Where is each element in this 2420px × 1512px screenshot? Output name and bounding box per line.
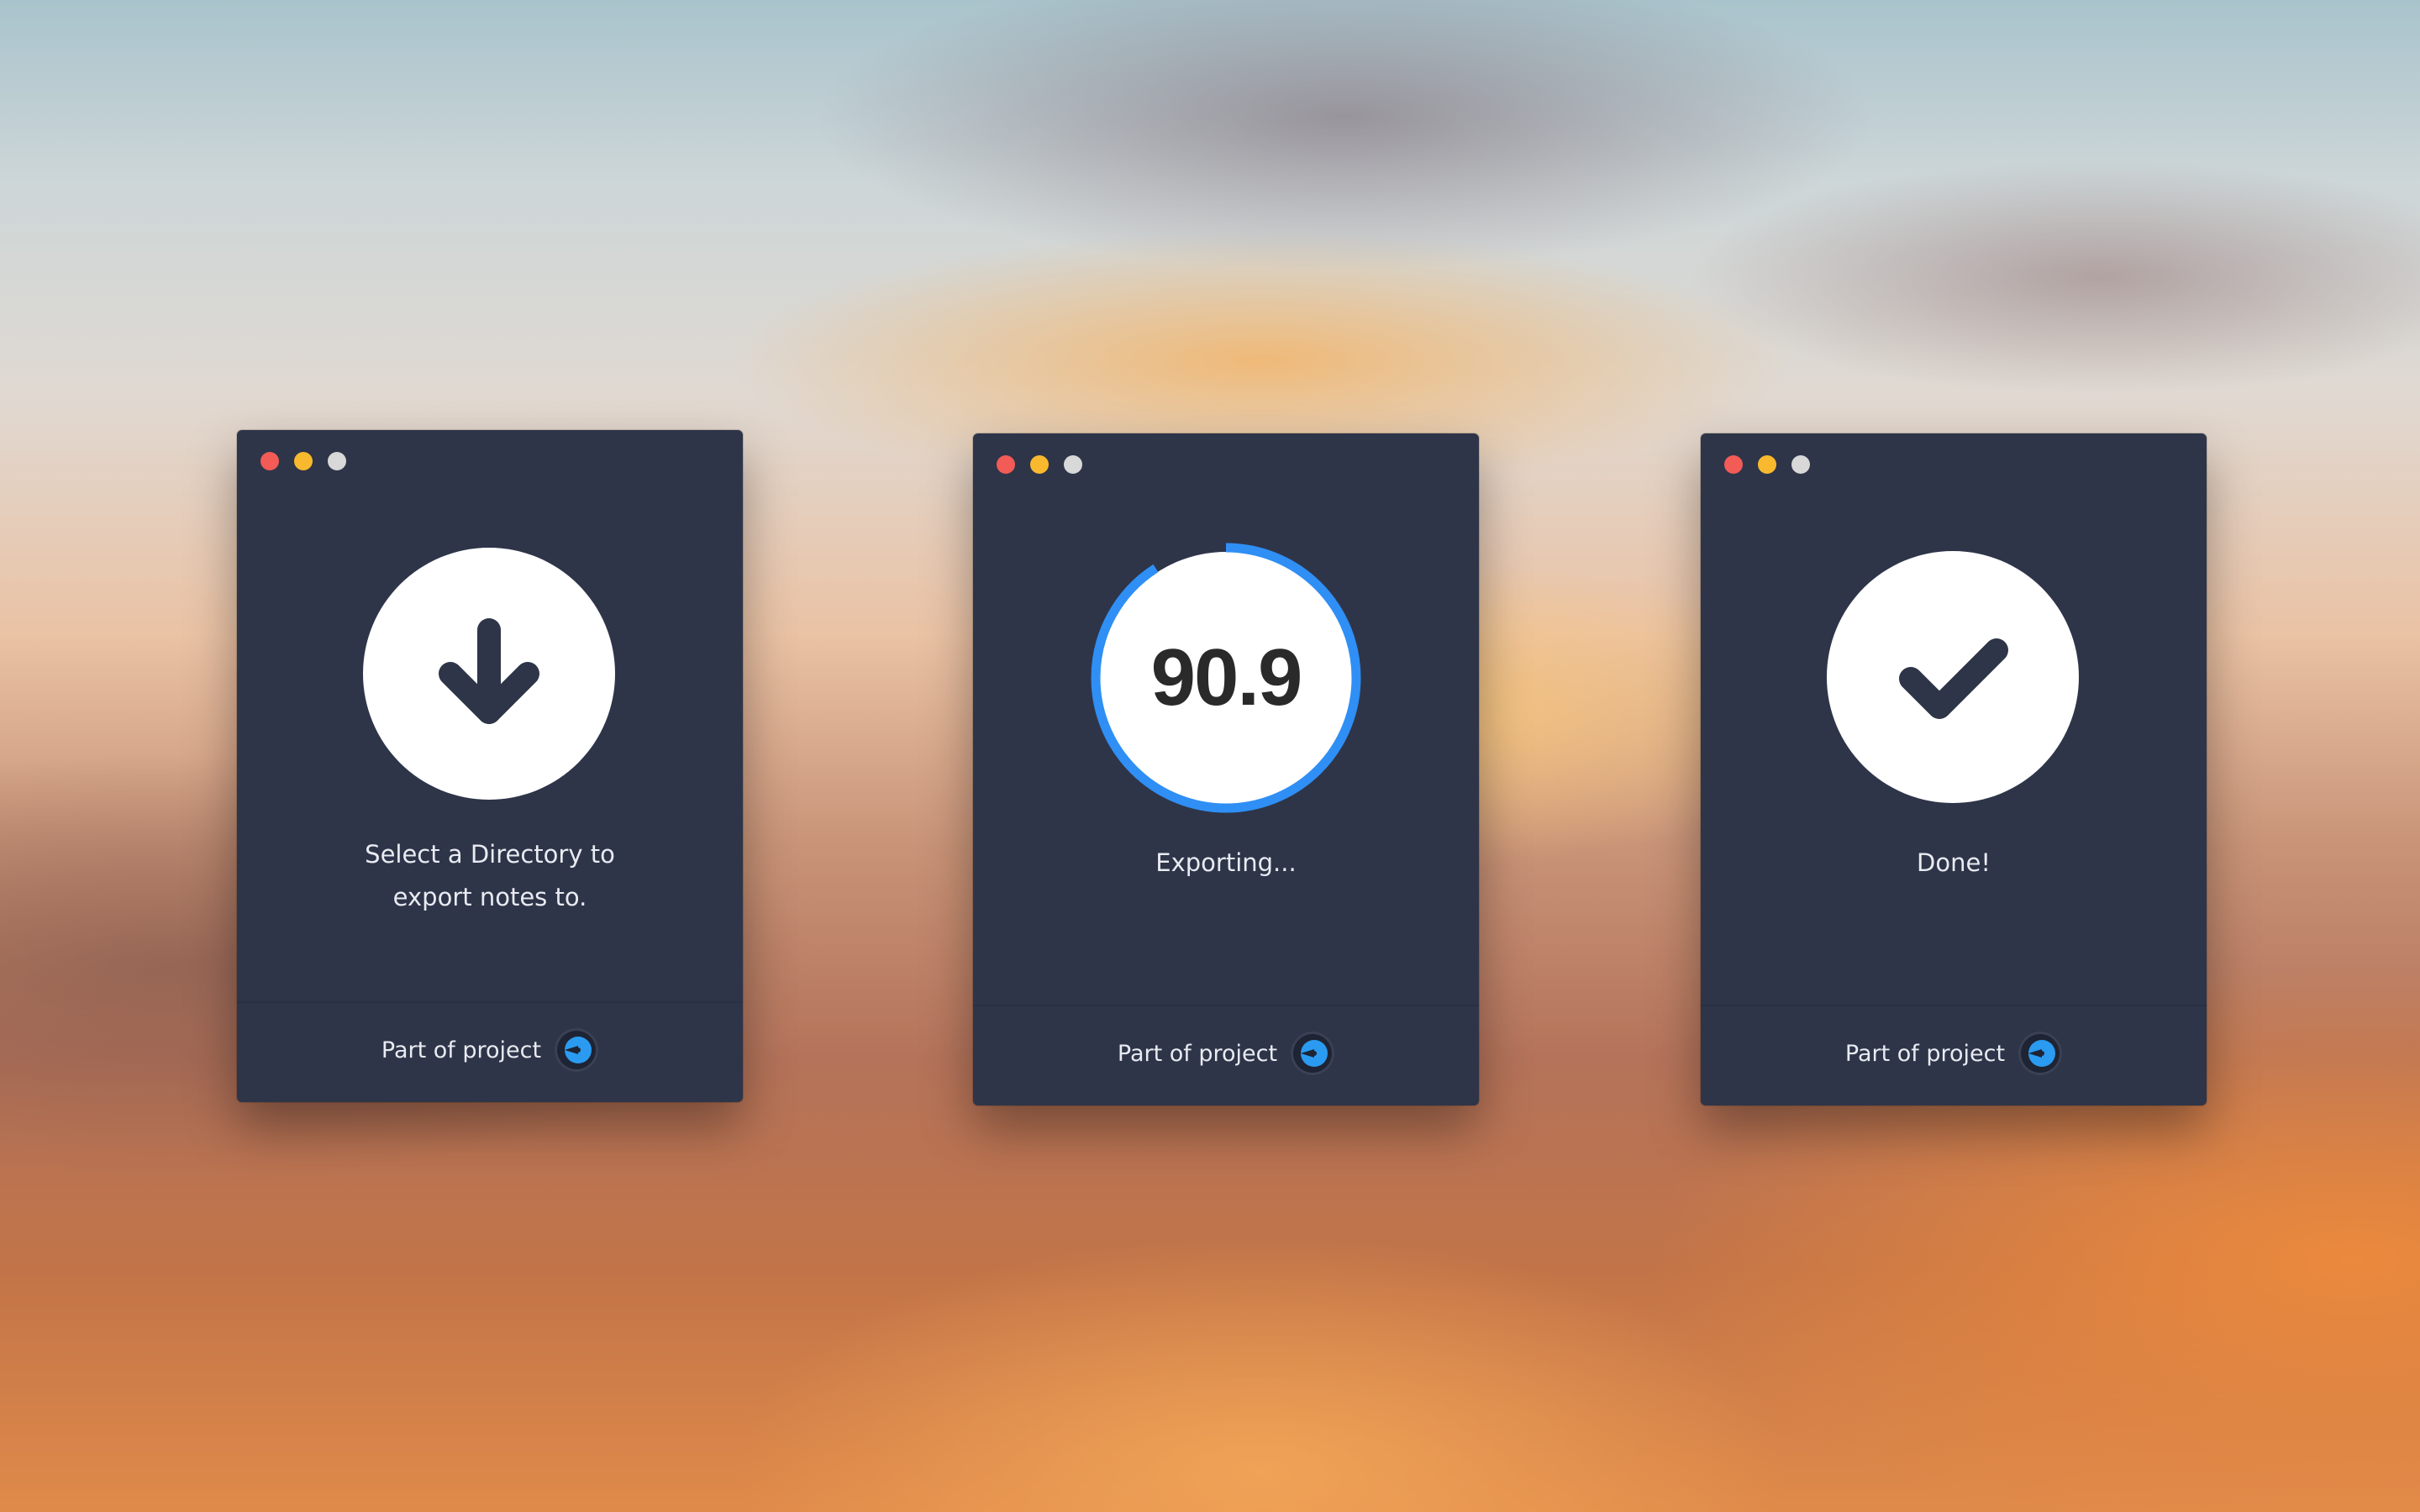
status-text: Exporting... xyxy=(973,842,1479,885)
instruction-text: Select a Directory to export notes to. xyxy=(237,833,743,919)
project-logo-icon[interactable] xyxy=(555,1028,599,1072)
select-directory-button[interactable] xyxy=(363,548,615,800)
footer-label: Part of project xyxy=(1844,1040,2006,1067)
project-logo-icon[interactable] xyxy=(1291,1032,1335,1075)
minimize-button[interactable] xyxy=(294,452,313,470)
window-footer: Part of project xyxy=(237,1001,743,1102)
project-logo-icon[interactable] xyxy=(2018,1032,2063,1075)
instruction-line-1: Select a Directory to xyxy=(365,840,615,869)
close-button[interactable] xyxy=(997,455,1015,474)
window-controls xyxy=(1724,455,1810,474)
status-text: Done! xyxy=(1701,842,2207,885)
checkmark-icon xyxy=(1899,638,2008,719)
zoom-button[interactable] xyxy=(1064,455,1082,474)
minimize-button[interactable] xyxy=(1758,455,1776,474)
zoom-button[interactable] xyxy=(328,452,346,470)
progress-indicator: 90.9 xyxy=(1087,539,1365,816)
export-window-progress: 90.9 Exporting... Part of project xyxy=(973,433,1479,1105)
close-button[interactable] xyxy=(1724,455,1743,474)
window-footer: Part of project xyxy=(1701,1005,2207,1105)
export-window-done: Done! Part of project xyxy=(1701,433,2207,1105)
export-window-select: Select a Directory to export notes to. P… xyxy=(237,430,743,1102)
done-indicator xyxy=(1827,551,2079,803)
window-controls xyxy=(997,455,1082,474)
status-line: Exporting... xyxy=(1155,848,1297,877)
zoom-button[interactable] xyxy=(1791,455,1810,474)
progress-value: 90.9 xyxy=(1150,633,1303,722)
minimize-button[interactable] xyxy=(1030,455,1049,474)
instruction-line-2: export notes to. xyxy=(392,883,587,911)
arrow-down-icon xyxy=(439,618,539,724)
window-controls xyxy=(260,452,346,470)
footer-label: Part of project xyxy=(381,1037,542,1063)
footer-label: Part of project xyxy=(1117,1040,1278,1067)
status-line: Done! xyxy=(1917,848,1991,877)
window-footer: Part of project xyxy=(973,1005,1479,1105)
close-button[interactable] xyxy=(260,452,279,470)
